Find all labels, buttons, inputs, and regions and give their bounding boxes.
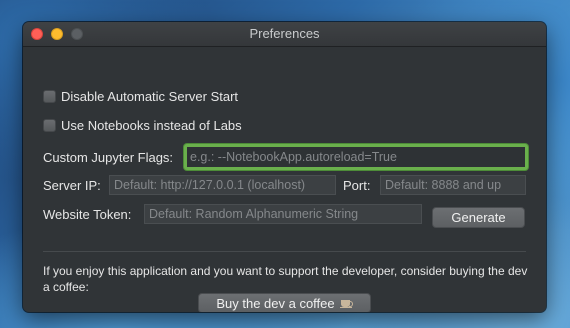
generate-token-button[interactable]: Generate [432,207,525,228]
preferences-window: Preferences Disable Automatic Server Sta… [23,22,546,312]
port-placeholder: Default: 8888 and up [385,178,502,192]
buy-coffee-label: Buy the dev a coffee [216,295,335,311]
title-bar[interactable]: Preferences [23,22,546,47]
disable-autostart-checkbox[interactable] [43,89,56,103]
use-notebooks-label[interactable]: Use Notebooks instead of Labs [61,118,242,133]
disable-autostart-option[interactable]: Disable Automatic Server Start [43,88,238,104]
website-token-placeholder: Default: Random Alphanumeric String [149,207,359,221]
server-ip-placeholder: Default: http://127.0.0.1 (localhost) [114,178,306,192]
preferences-content: Disable Automatic Server Start Use Noteb… [23,47,546,312]
generate-token-label: Generate [451,210,506,225]
window-title: Preferences [249,26,320,41]
buy-coffee-button[interactable]: Buy the dev a coffee [198,293,371,312]
section-divider [43,251,526,252]
jupyter-flags-placeholder: e.g.: --NotebookApp.autoreload=True [190,150,397,164]
use-notebooks-option[interactable]: Use Notebooks instead of Labs [43,117,242,133]
support-message: If you enjoy this application and you wa… [43,264,528,294]
port-input[interactable]: Default: 8888 and up [380,175,526,195]
jupyter-flags-input[interactable]: e.g.: --NotebookApp.autoreload=True [184,144,528,170]
server-ip-label: Server IP: [43,178,101,193]
use-notebooks-checkbox[interactable] [43,118,56,132]
server-ip-input[interactable]: Default: http://127.0.0.1 (localhost) [109,175,336,195]
port-label: Port: [343,178,371,193]
jupyter-flags-label: Custom Jupyter Flags: [43,150,174,165]
coffee-icon [339,298,353,308]
disable-autostart-label[interactable]: Disable Automatic Server Start [61,89,238,104]
website-token-label: Website Token: [43,207,132,222]
website-token-input[interactable]: Default: Random Alphanumeric String [144,204,422,224]
